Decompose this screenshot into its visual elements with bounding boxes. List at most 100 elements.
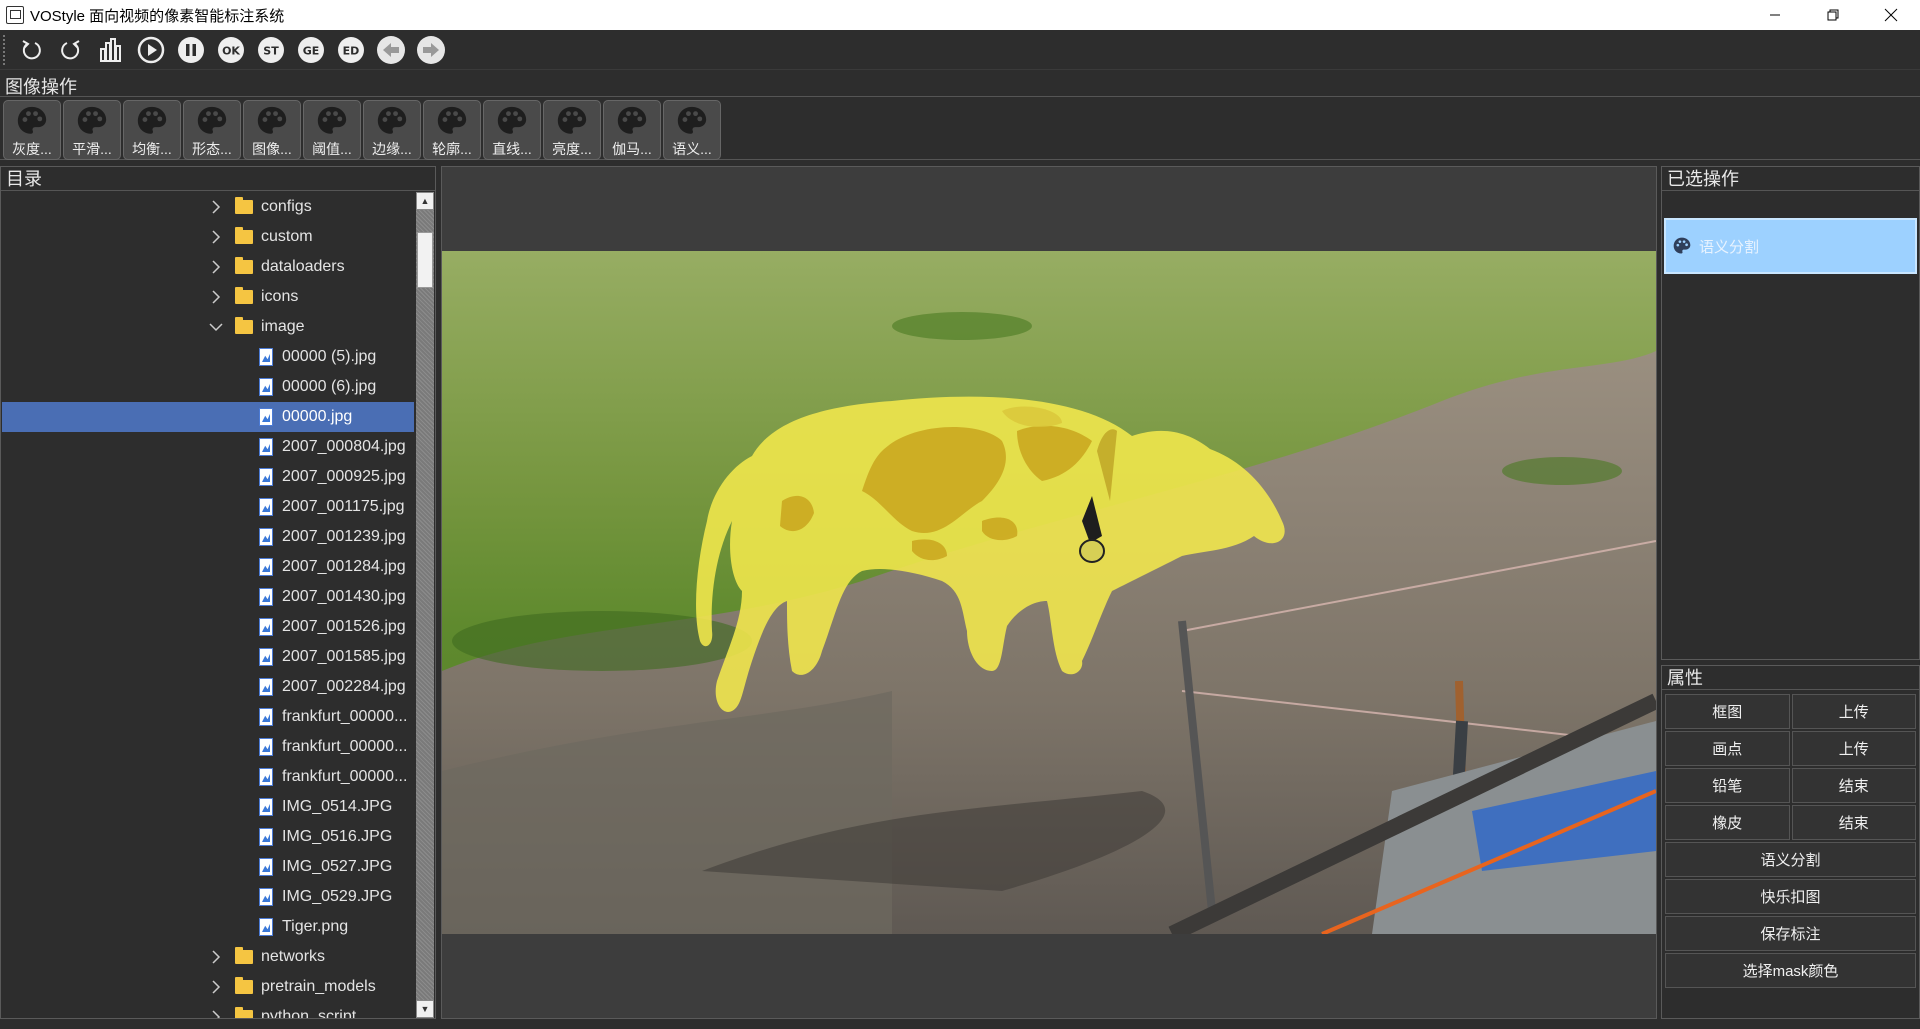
tree-file-row[interactable]: frankfurt_00000... [2, 702, 414, 732]
tree-file-row[interactable]: frankfurt_00000... [2, 762, 414, 792]
tree-file-row[interactable]: 2007_001430.jpg [2, 582, 414, 612]
tree-file-row[interactable]: 2007_001526.jpg [2, 612, 414, 642]
chevron-down-icon[interactable] [209, 320, 223, 334]
scroll-up-arrow-icon[interactable]: ▲ [416, 192, 434, 210]
image-op-button[interactable]: 语义... [663, 100, 721, 160]
histogram-button[interactable] [95, 34, 127, 66]
tree-file-row[interactable]: 00000.jpg [2, 402, 414, 432]
undo-button[interactable] [15, 34, 47, 66]
tree-file-row[interactable]: IMG_0527.JPG [2, 852, 414, 882]
play-button[interactable] [135, 34, 167, 66]
chevron-right-icon[interactable] [209, 980, 223, 994]
property-tool-button[interactable]: 橡皮 [1665, 805, 1790, 840]
image-file-icon [259, 708, 273, 726]
chevron-right-icon[interactable] [209, 1010, 223, 1018]
tree-file-row[interactable]: 00000 (6).jpg [2, 372, 414, 402]
pause-icon [178, 36, 204, 63]
image-op-button[interactable]: 均衡... [123, 100, 181, 160]
st-button[interactable]: ST [255, 34, 287, 66]
property-action-button[interactable]: 结束 [1791, 805, 1916, 840]
property-action-button[interactable]: 上传 [1791, 694, 1916, 729]
property-tool-button[interactable]: 画点 [1665, 731, 1790, 766]
st-icon: ST [258, 36, 284, 63]
property-tool-button[interactable]: 铅笔 [1665, 768, 1790, 803]
tree-file-row[interactable]: frankfurt_00000... [2, 732, 414, 762]
tree-file-row[interactable]: 2007_002284.jpg [2, 672, 414, 702]
annotated-photo[interactable] [442, 251, 1656, 934]
restore-button[interactable] [1804, 0, 1862, 30]
image-op-button[interactable]: 图像... [243, 100, 301, 160]
image-op-button[interactable]: 平滑... [63, 100, 121, 160]
property-action-button[interactable]: 上传 [1791, 731, 1916, 766]
image-op-button[interactable]: 形态... [183, 100, 241, 160]
prev-button[interactable] [375, 34, 407, 66]
selected-op-item[interactable]: 语义分割 [1664, 218, 1917, 274]
palette-icon [197, 106, 227, 134]
pause-button[interactable] [175, 34, 207, 66]
chevron-right-icon[interactable] [209, 950, 223, 964]
close-button[interactable] [1862, 0, 1920, 30]
restore-icon [1827, 9, 1839, 21]
next-button[interactable] [415, 34, 447, 66]
property-command-button[interactable]: 语义分割 [1665, 842, 1916, 877]
ed-button[interactable]: ED [335, 34, 367, 66]
chevron-right-icon[interactable] [209, 260, 223, 274]
ok-button[interactable]: OK [215, 34, 247, 66]
image-op-button[interactable]: 轮廓... [423, 100, 481, 160]
property-command-button[interactable]: 保存标注 [1665, 916, 1916, 951]
tree-folder-row[interactable]: dataloaders [2, 252, 414, 282]
tree-file-row[interactable]: Tiger.png [2, 912, 414, 942]
tree-label: 2007_001526.jpg [282, 618, 406, 635]
tree-folder-row[interactable]: networks [2, 942, 414, 972]
tree-scrollbar[interactable]: ▲ ▼ [416, 192, 434, 1018]
redo-button[interactable] [55, 34, 87, 66]
folder-icon [235, 1007, 253, 1018]
tree-file-row[interactable]: 2007_001284.jpg [2, 552, 414, 582]
tree-label: configs [261, 198, 312, 215]
tree-folder-row[interactable]: image [2, 312, 414, 342]
tree-folder-row[interactable]: custom [2, 222, 414, 252]
property-command-button[interactable]: 快乐扣图 [1665, 879, 1916, 914]
property-command-button[interactable]: 选择mask颜色 [1665, 953, 1916, 988]
image-op-button[interactable]: 亮度... [543, 100, 601, 160]
property-tool-button[interactable]: 框图 [1665, 694, 1790, 729]
image-file-icon [259, 618, 273, 636]
tree-file-row[interactable]: 00000 (5).jpg [2, 342, 414, 372]
selected-ops-title: 已选操作 [1662, 167, 1919, 191]
tree-file-row[interactable]: 2007_000925.jpg [2, 462, 414, 492]
tree-file-row[interactable]: 2007_001585.jpg [2, 642, 414, 672]
image-op-button[interactable]: 边缘... [363, 100, 421, 160]
property-action-button[interactable]: 结束 [1791, 768, 1916, 803]
tree-label: 2007_000925.jpg [282, 468, 406, 485]
app-icon [6, 6, 24, 24]
tree-label: 00000.jpg [282, 408, 353, 425]
image-file-icon [259, 888, 273, 906]
ge-button[interactable]: GE [295, 34, 327, 66]
tree-folder-row[interactable]: pretrain_models [2, 972, 414, 1002]
image-op-label: 灰度... [12, 141, 52, 157]
tree-label: 2007_001284.jpg [282, 558, 406, 575]
scroll-down-arrow-icon[interactable]: ▼ [416, 1000, 434, 1018]
minimize-button[interactable] [1746, 0, 1804, 30]
image-op-label: 阈值... [312, 141, 352, 157]
toolbar-grip [3, 34, 7, 65]
tree-folder-row[interactable]: configs [2, 192, 414, 222]
tree-label: icons [261, 288, 299, 305]
image-op-label: 轮廓... [432, 141, 472, 157]
tree-file-row[interactable]: IMG_0516.JPG [2, 822, 414, 852]
scroll-thumb[interactable] [417, 232, 433, 288]
image-op-button[interactable]: 灰度... [3, 100, 61, 160]
tree-file-row[interactable]: IMG_0514.JPG [2, 792, 414, 822]
tree-folder-row[interactable]: python_script [2, 1002, 414, 1018]
tree-file-row[interactable]: 2007_001175.jpg [2, 492, 414, 522]
tree-folder-row[interactable]: icons [2, 282, 414, 312]
image-op-button[interactable]: 伽马... [603, 100, 661, 160]
image-op-button[interactable]: 阈值... [303, 100, 361, 160]
chevron-right-icon[interactable] [209, 200, 223, 214]
chevron-right-icon[interactable] [209, 230, 223, 244]
tree-file-row[interactable]: 2007_000804.jpg [2, 432, 414, 462]
image-op-button[interactable]: 直线... [483, 100, 541, 160]
tree-file-row[interactable]: 2007_001239.jpg [2, 522, 414, 552]
tree-file-row[interactable]: IMG_0529.JPG [2, 882, 414, 912]
chevron-right-icon[interactable] [209, 290, 223, 304]
